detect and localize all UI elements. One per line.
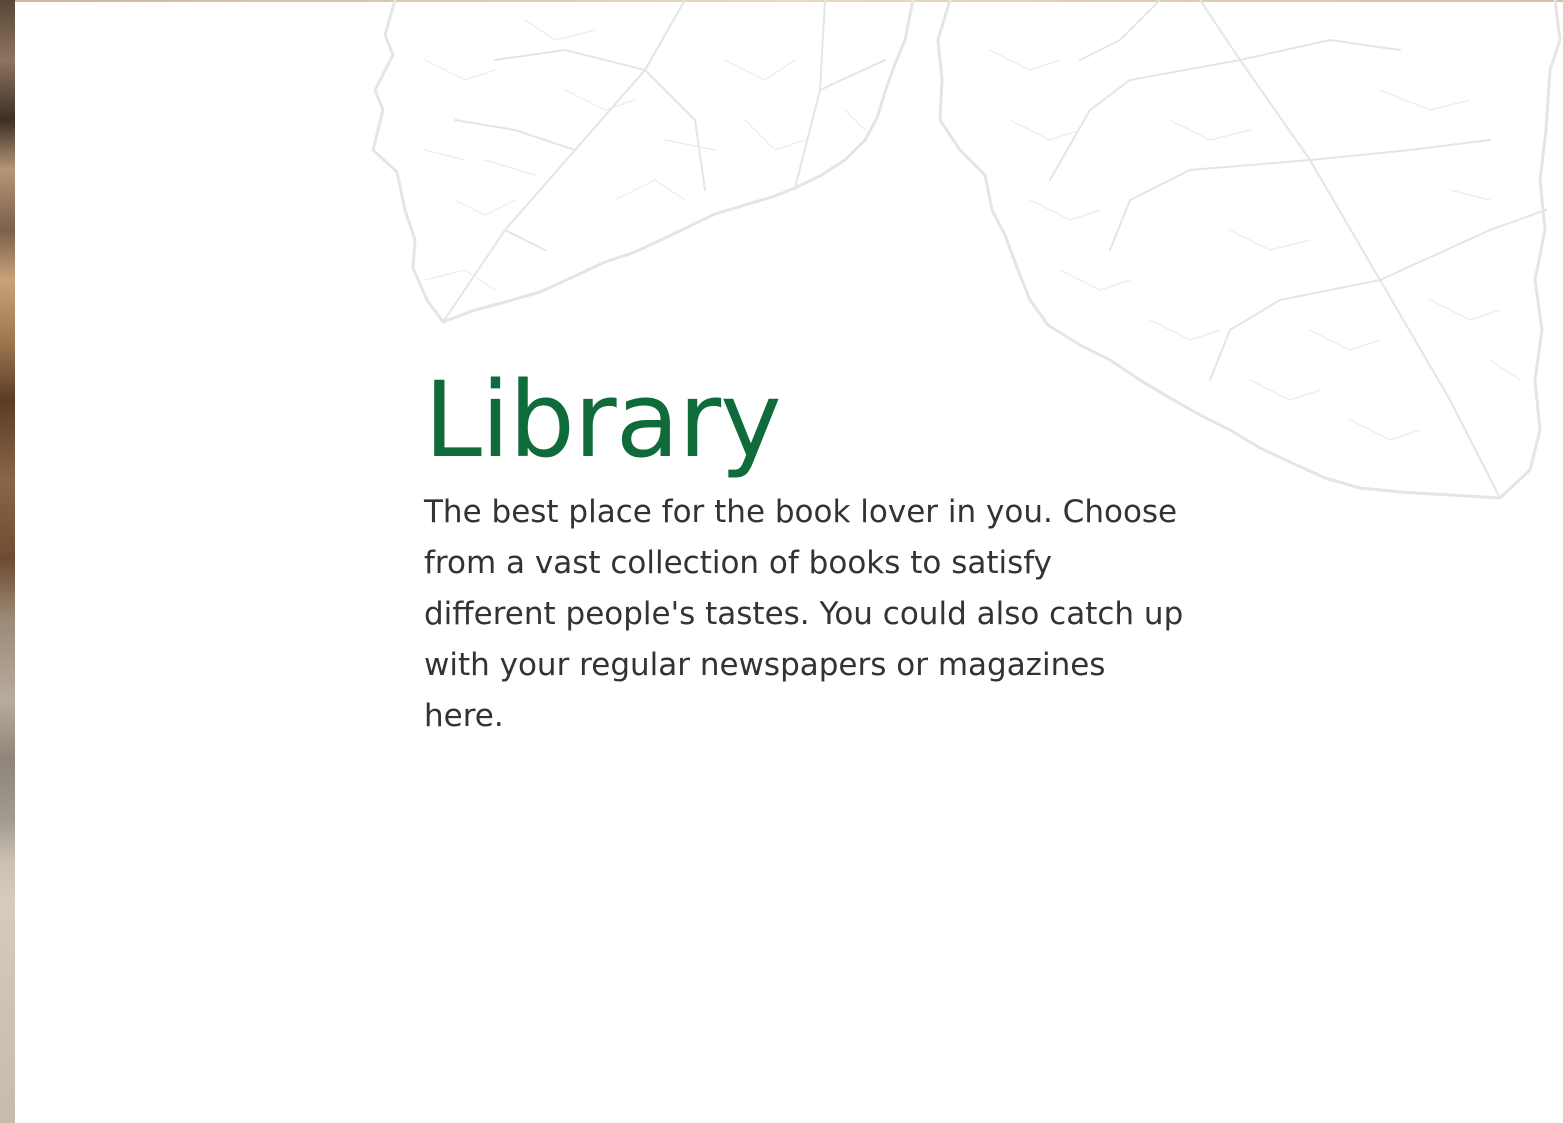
section-description: The best place for the book lover in you… [424, 494, 1184, 734]
library-section: Library The best place for the book love… [424, 355, 1184, 742]
library-photo-edge [0, 0, 15, 1123]
page: Library The best place for the book love… [0, 0, 1563, 1123]
section-title: Library [424, 359, 782, 481]
leaf-outline-left [371, 0, 915, 324]
